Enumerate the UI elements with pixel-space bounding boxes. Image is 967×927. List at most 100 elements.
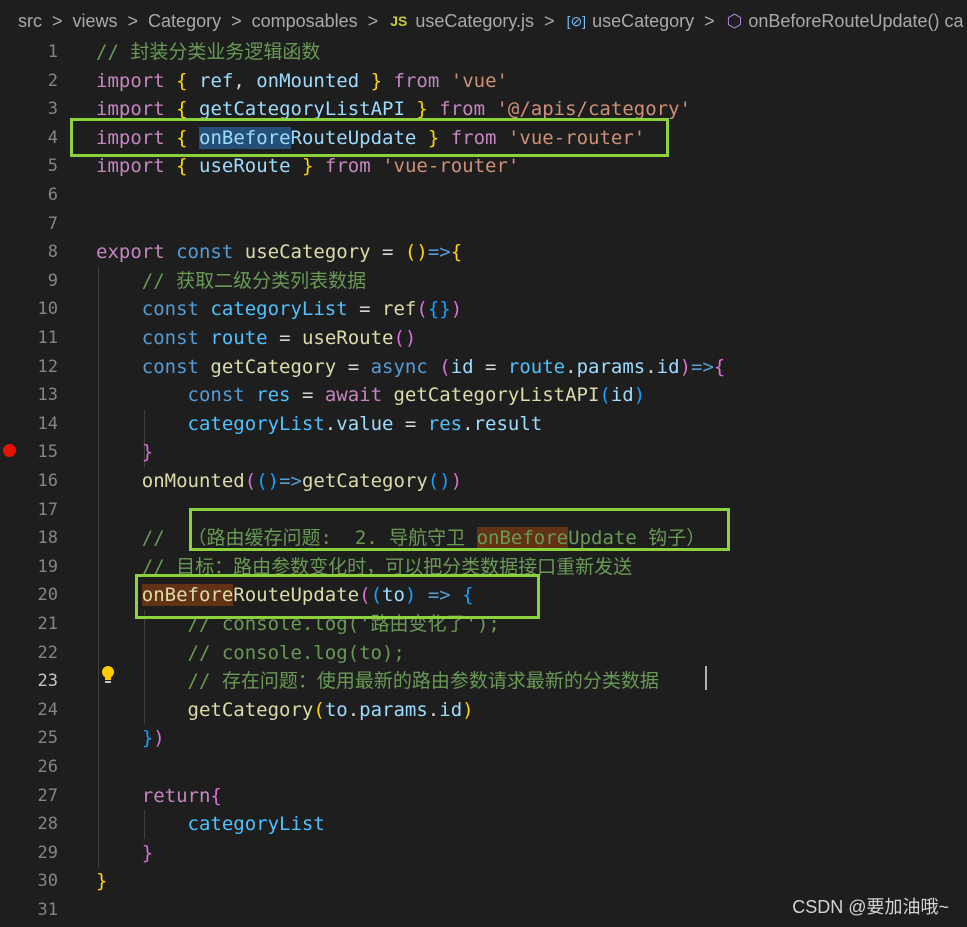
code-token: const — [141, 327, 199, 349]
breakpoint-icon[interactable] — [3, 444, 16, 457]
code-token: () — [427, 470, 451, 492]
code-token: ( — [313, 698, 325, 721]
breadcrumb-item-file[interactable]: useCategory.js — [415, 11, 534, 32]
code-token: ) — [153, 727, 165, 750]
chevron-right-icon: > — [127, 10, 139, 31]
code-line[interactable]: 27 return{ — [0, 782, 967, 811]
code-line[interactable]: 15 } — [0, 438, 967, 467]
code-token: params — [576, 355, 646, 378]
code-line[interactable]: 2 import { ref, onMounted } from 'vue' — [0, 67, 967, 96]
line-number: 15 — [37, 442, 58, 463]
breadcrumb-item-composables[interactable]: composables — [242, 11, 358, 32]
javascript-file-icon: JS — [390, 13, 408, 29]
code-line[interactable]: 28 categoryList — [0, 810, 967, 839]
breadcrumb-item-src[interactable]: src — [0, 11, 42, 32]
code-line[interactable]: 13 const res = await getCategoryListAPI(… — [0, 381, 967, 410]
code-token: Update 钩子） — [568, 527, 706, 550]
code-token: } — [416, 98, 428, 121]
breadcrumb-item-views[interactable]: views — [63, 11, 118, 32]
code-line[interactable]: 10 const categoryList = ref({}) — [0, 295, 967, 324]
code-line[interactable]: 12 const getCategory = async (id = route… — [0, 353, 967, 382]
code-line[interactable]: 25 }) — [0, 724, 967, 753]
code-token: // 获取二级分类列表数据 — [141, 269, 367, 292]
code-token: } — [141, 727, 154, 750]
code-line[interactable]: 17 — [0, 496, 967, 525]
code-line[interactable]: 21 // console.log('路由变化了'); — [0, 610, 967, 639]
line-number: 13 — [37, 385, 58, 406]
code-text: // 存在问题：使用最新的路由参数请求最新的分类数据 — [96, 667, 659, 696]
code-token: } — [141, 841, 154, 864]
code-line[interactable]: 6 — [0, 181, 967, 210]
code-token: // 封装分类业务逻辑函数 — [96, 41, 321, 63]
code-text: // 目标：路由参数变化时，可以把分类数据接口重新发送 — [96, 553, 632, 582]
code-line[interactable]: 16 onMounted(()=>getCategory()) — [0, 467, 967, 496]
code-line[interactable]: 23 // 存在问题：使用最新的路由参数请求最新的分类数据 — [0, 667, 967, 696]
code-token: to — [382, 584, 405, 607]
code-token: return — [141, 784, 211, 807]
code-token: . — [324, 412, 337, 435]
code-line[interactable]: 30} — [0, 867, 967, 896]
code-line[interactable]: 14 categoryList.value = res.result — [0, 410, 967, 439]
code-token: res — [427, 412, 463, 435]
code-line[interactable]: 3 import { getCategoryListAPI } from '@/a… — [0, 95, 967, 124]
code-token: async — [370, 355, 428, 378]
code-token: const — [141, 298, 199, 321]
code-token: from — [393, 69, 440, 92]
code-token: // console.log(to); — [187, 641, 405, 664]
code-line[interactable]: 29 } — [0, 839, 967, 868]
text-cursor — [705, 666, 707, 690]
code-line[interactable]: 9 // 获取二级分类列表数据 — [0, 267, 967, 296]
code-text: import { ref, onMounted } from 'vue' — [96, 67, 508, 96]
code-token: 'vue' — [450, 69, 508, 92]
line-number: 9 — [47, 270, 58, 291]
breadcrumb-item-category[interactable]: Category — [138, 11, 221, 32]
code-token: useCategory — [244, 241, 371, 264]
code-line[interactable]: 19 // 目标：路由参数变化时，可以把分类数据接口重新发送 — [0, 553, 967, 582]
code-line[interactable]: 26 — [0, 753, 967, 782]
line-number: 14 — [37, 413, 58, 434]
breadcrumb-item-method[interactable]: onBeforeRouteUpdate() ca — [748, 11, 963, 32]
code-token: => — [427, 584, 451, 607]
line-number: 11 — [37, 328, 58, 348]
code-line[interactable]: 1 // 封装分类业务逻辑函数 — [0, 38, 967, 67]
code-token: to — [324, 698, 348, 721]
code-line[interactable]: 8 export const useCategory = ()=>{ — [0, 238, 967, 267]
line-number: 31 — [37, 900, 58, 920]
code-line[interactable]: 22 // console.log(to); — [0, 639, 967, 668]
code-token: { — [176, 126, 188, 149]
code-token: } — [370, 69, 383, 92]
code-token: . — [565, 355, 577, 378]
code-token: getCategory — [187, 698, 314, 721]
code-line[interactable]: 11 const route = useRoute() — [0, 324, 967, 353]
code-token: categoryList — [187, 813, 325, 836]
code-editor[interactable]: 1 // 封装分类业务逻辑函数 2 import { ref, onMounted }… — [0, 38, 967, 927]
code-token: . — [427, 698, 440, 721]
code-line[interactable]: 4 import { onBeforeRouteUpdate } from 'vu… — [0, 124, 967, 153]
breadcrumb-item-symbol[interactable]: useCategory — [592, 11, 694, 32]
code-line[interactable]: 20 onBeforeRouteUpdate((to) => { — [0, 581, 967, 610]
code-line[interactable]: 5 import { useRoute } from 'vue-router' — [0, 152, 967, 181]
lightbulb-icon[interactable] — [100, 665, 116, 685]
code-token: ref — [199, 69, 234, 92]
line-number: 17 — [37, 499, 58, 520]
code-token: ( — [439, 355, 451, 378]
code-token: import — [96, 69, 165, 92]
line-number: 25 — [37, 728, 58, 749]
code-line[interactable]: 18 // （路由缓存问题: 2. 导航守卫 onBeforeUpdate 钩子… — [0, 524, 967, 553]
line-number: 26 — [37, 757, 58, 777]
code-line[interactable]: 7 — [0, 210, 967, 239]
line-number: 19 — [37, 556, 58, 577]
code-token: } — [301, 155, 314, 178]
code-line[interactable]: 24 getCategory(to.params.id) — [0, 696, 967, 725]
code-token: () — [404, 241, 428, 264]
code-token: { — [176, 69, 188, 92]
code-token: { — [462, 584, 474, 607]
